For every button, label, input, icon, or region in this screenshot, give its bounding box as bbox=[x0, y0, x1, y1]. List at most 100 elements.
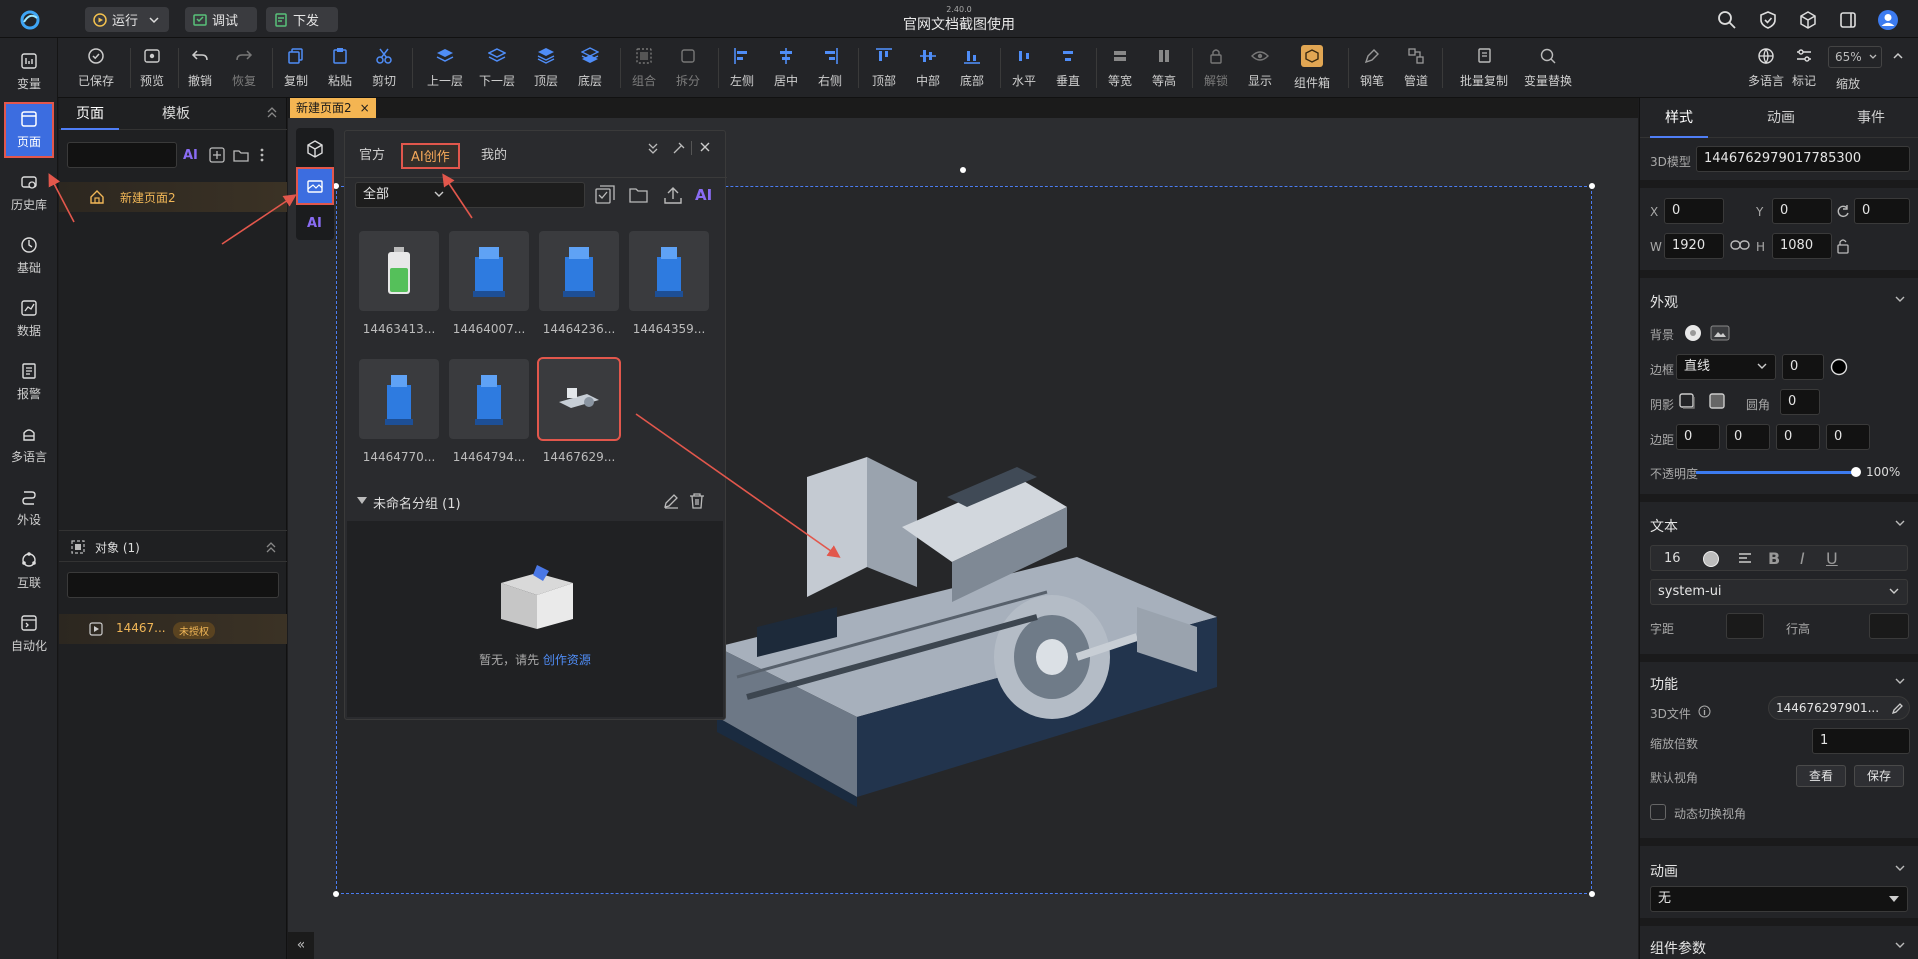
chevron-down-icon[interactable] bbox=[1895, 678, 1905, 687]
italic-icon[interactable]: I bbox=[1800, 549, 1805, 568]
asset-card[interactable] bbox=[539, 231, 619, 311]
bold-icon[interactable]: B bbox=[1768, 549, 1780, 568]
asset-card-selected[interactable] bbox=[537, 357, 621, 441]
cube-icon[interactable] bbox=[306, 140, 324, 158]
zoom-select[interactable]: 65% bbox=[1828, 46, 1882, 68]
tab-animation[interactable]: 动画 bbox=[1752, 98, 1810, 138]
unlock-button[interactable]: 解锁 bbox=[1196, 38, 1236, 98]
radius-field[interactable]: 0 bbox=[1780, 389, 1820, 415]
upload-icon[interactable] bbox=[663, 185, 683, 205]
cut-button[interactable]: 剪切 bbox=[364, 38, 404, 98]
object-item[interactable]: 14467... 未授权 bbox=[59, 614, 287, 644]
tab-mine[interactable]: 我的 bbox=[473, 143, 515, 169]
pin-icon[interactable] bbox=[673, 142, 685, 154]
group-header[interactable]: 未命名分组 (1) bbox=[345, 485, 725, 517]
copy-button[interactable]: 复制 bbox=[276, 38, 316, 98]
more-vertical-icon[interactable] bbox=[259, 147, 265, 163]
chevron-down-icon[interactable] bbox=[1895, 520, 1905, 529]
collapse-up-icon[interactable] bbox=[265, 541, 277, 553]
nav-alarm[interactable]: 报警 bbox=[4, 354, 54, 410]
nav-data[interactable]: 数据 bbox=[4, 291, 54, 347]
layout-icon[interactable] bbox=[1838, 10, 1858, 30]
padding-right-field[interactable]: 0 bbox=[1726, 424, 1770, 450]
nav-automation[interactable]: 自动化 bbox=[4, 606, 54, 662]
show-button[interactable]: 显示 bbox=[1240, 38, 1280, 98]
height-field[interactable]: 1080 bbox=[1772, 233, 1832, 259]
top-layer-button[interactable]: 顶层 bbox=[526, 38, 566, 98]
align-right-button[interactable]: 右侧 bbox=[810, 38, 850, 98]
y-field[interactable]: 0 bbox=[1772, 198, 1832, 224]
font-size-value[interactable]: 16 bbox=[1664, 551, 1681, 566]
close-icon[interactable] bbox=[699, 141, 711, 153]
chevron-down-icon[interactable] bbox=[1895, 865, 1905, 874]
3d-file-field[interactable]: 144676297901... bbox=[1768, 696, 1910, 720]
padding-top-field[interactable]: 0 bbox=[1676, 424, 1720, 450]
asset-card[interactable] bbox=[449, 359, 529, 439]
redo-button[interactable]: 恢复 bbox=[224, 38, 264, 98]
collapse-up-icon[interactable] bbox=[266, 106, 278, 118]
tab-pages[interactable]: 页面 bbox=[61, 98, 119, 130]
align-top-button[interactable]: 顶部 bbox=[864, 38, 904, 98]
rotation-field[interactable]: 0 bbox=[1854, 198, 1910, 224]
component-box-button[interactable]: 组件箱 bbox=[1284, 38, 1340, 98]
tab-official[interactable]: 官方 bbox=[351, 143, 393, 169]
color-picker-icon[interactable] bbox=[1684, 324, 1702, 342]
nav-variables[interactable]: 变量 bbox=[4, 44, 54, 100]
equal-width-button[interactable]: 等宽 bbox=[1100, 38, 1140, 98]
collapse-toolbar-icon[interactable] bbox=[1892, 50, 1904, 62]
mark-button[interactable]: 标记 bbox=[1786, 38, 1822, 98]
chevron-down-icon[interactable] bbox=[1895, 296, 1905, 305]
batch-copy-button[interactable]: 批量复制 bbox=[1454, 38, 1514, 98]
add-page-icon[interactable] bbox=[209, 147, 225, 163]
nav-language[interactable]: 多语言 bbox=[4, 417, 54, 473]
scale-field[interactable]: 1 bbox=[1812, 728, 1910, 754]
opacity-slider-knob[interactable] bbox=[1851, 467, 1861, 477]
group-button[interactable]: 组合 bbox=[624, 38, 664, 98]
page-item[interactable]: 新建页面2 bbox=[59, 182, 287, 212]
tab-events[interactable]: 事件 bbox=[1842, 98, 1900, 138]
letter-spacing-field[interactable] bbox=[1726, 613, 1764, 639]
multi-select-icon[interactable] bbox=[595, 185, 615, 205]
create-resource-link[interactable]: 创作资源 bbox=[543, 653, 591, 667]
tab-templates[interactable]: 模板 bbox=[151, 98, 201, 130]
nav-basic[interactable]: 基础 bbox=[4, 228, 54, 284]
ai-icon[interactable]: AI bbox=[183, 148, 198, 163]
view-button[interactable]: 查看 bbox=[1796, 765, 1846, 787]
folder-icon[interactable] bbox=[233, 147, 249, 163]
equal-height-button[interactable]: 等高 bbox=[1144, 38, 1184, 98]
padding-bottom-field[interactable]: 0 bbox=[1776, 424, 1820, 450]
bottom-layer-button[interactable]: 底层 bbox=[570, 38, 610, 98]
tab-style[interactable]: 样式 bbox=[1650, 98, 1708, 138]
ai-icon[interactable]: AI bbox=[695, 186, 712, 204]
edit-icon[interactable] bbox=[1892, 702, 1904, 714]
unlock-icon[interactable] bbox=[1836, 238, 1850, 254]
cube-icon[interactable] bbox=[1798, 10, 1818, 30]
lathe-model[interactable] bbox=[717, 387, 1217, 807]
distribute-horizontal-button[interactable]: 水平 bbox=[1004, 38, 1044, 98]
image-icon[interactable] bbox=[1710, 324, 1730, 342]
align-bottom-button[interactable]: 底部 bbox=[952, 38, 992, 98]
pen-button[interactable]: 钢笔 bbox=[1352, 38, 1392, 98]
layer-up-button[interactable]: 上一层 bbox=[422, 38, 468, 98]
edit-icon[interactable] bbox=[663, 493, 679, 509]
tab-ai-creation[interactable]: AI创作 bbox=[401, 143, 460, 169]
variable-replace-button[interactable]: 变量替换 bbox=[1508, 38, 1588, 98]
line-height-field[interactable] bbox=[1869, 613, 1909, 639]
language-button[interactable]: 多语言 bbox=[1746, 38, 1786, 98]
user-avatar-icon[interactable] bbox=[1877, 9, 1899, 31]
font-family-select[interactable]: system-ui bbox=[1650, 579, 1908, 605]
shield-icon[interactable] bbox=[1758, 10, 1778, 30]
collapse-down-icon[interactable] bbox=[647, 142, 659, 156]
category-select[interactable]: 全部 bbox=[355, 182, 585, 208]
animation-select[interactable]: 无 bbox=[1650, 886, 1908, 912]
paste-button[interactable]: 粘贴 bbox=[320, 38, 360, 98]
link-icon[interactable] bbox=[1730, 239, 1750, 251]
undo-button[interactable]: 撤销 bbox=[180, 38, 220, 98]
search-icon[interactable] bbox=[1717, 10, 1737, 30]
x-field[interactable]: 0 bbox=[1664, 198, 1724, 224]
text-color-icon[interactable] bbox=[1702, 550, 1720, 568]
page-search-input[interactable] bbox=[67, 142, 177, 168]
nav-peripheral[interactable]: 外设 bbox=[4, 480, 54, 536]
ai-library-button[interactable] bbox=[296, 167, 334, 205]
ai-icon[interactable]: AI bbox=[307, 216, 322, 231]
